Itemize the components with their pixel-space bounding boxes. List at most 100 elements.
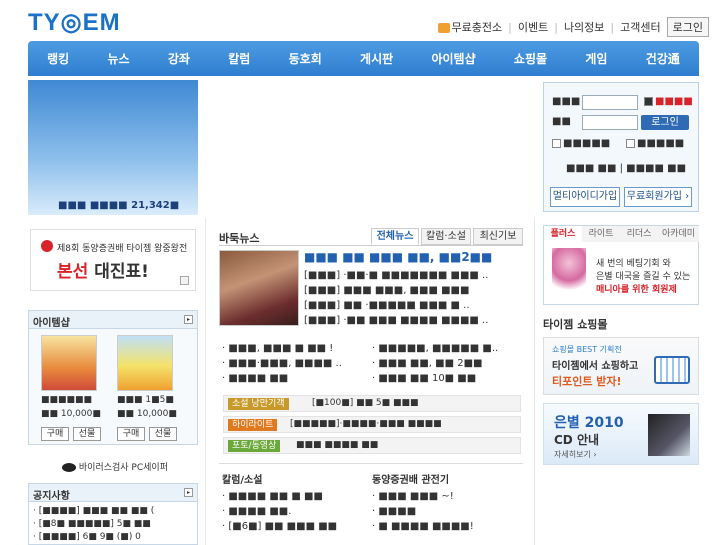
item-thumb-1[interactable] [41,335,97,391]
column-item[interactable]: · [■6■] ■■ ■■■ ■■ [222,521,337,532]
mascot-image [552,248,586,298]
item-price-1: ■■ 10,000■ [41,409,101,419]
news-line[interactable]: [■■■] ·■■ ■■■ ■■■■ ■■■■ .. [304,315,488,326]
nav-health[interactable]: 건강通 [646,50,680,67]
feature-bar-highlight[interactable]: 하이라이트 [■■■■■]·■■■■·■■■ ■■■■ [223,416,521,433]
news-title: 바둑뉴스 [219,232,260,245]
option-2[interactable]: ■■■■■ [626,138,684,149]
shop-banner[interactable]: 쇼핑몰 BEST 기획전 타이젬에서 쇼핑하고 티포인트 받자! [543,337,699,395]
main-banner[interactable] [28,80,198,215]
news-list-item[interactable]: · ■■■, ■■■ ■ ■■ ! [222,343,333,354]
column-item[interactable]: · ■■■■ ■■. [222,506,291,517]
column-item[interactable]: · ■■■■ ■■ ■ ■■ [222,491,323,502]
virus-icon [62,463,76,472]
news-list-item[interactable]: · ■■■■■, ■■■■■ ■.. [372,343,498,354]
tournament-promo[interactable]: 제8회 동양증권배 타이젬 왕중왕전 본선 대진표! [30,229,196,291]
support-link[interactable]: 고객센터 [620,19,660,35]
shop-title[interactable]: 타이젬 쇼핑몰 [543,316,608,332]
news-list-item[interactable]: · ■■■ ■■ 10■ ■■ [372,373,476,384]
news-line[interactable]: [■■■] ·■■·■ ■■■■■■■ ■■■ .. [304,270,488,281]
itemshop-header: 아이템샵 ▸ [29,311,197,329]
gift-button-1[interactable]: 선물 [73,427,101,441]
event-link[interactable]: 이벤트 [518,19,548,35]
top-login-button[interactable]: 로그인 [666,17,709,37]
nav-itemshop[interactable]: 아이템샵 [431,50,475,67]
news-list-item[interactable]: · ■■■■ ■■ [222,373,288,384]
password-input[interactable] [582,115,638,130]
cd-image [648,414,690,456]
news-line[interactable]: [■■■] ■■■ ■■■, ■■■ ■■■ [304,285,469,296]
virus-check-link[interactable]: 바이러스검사 PC세이퍼 [62,460,168,473]
gift-button-2[interactable]: 선물 [149,427,177,441]
novel-badge: 소설 낭만기객 [228,398,289,410]
buy-button-1[interactable]: 구매 [41,427,69,441]
tab-column-novel[interactable]: 칼럼·소설 [421,228,471,245]
login-box: ■■■ ■■■■ ■■ 로그인 ■■■■■ ■■■■■ ■■■ ■■ | ■■■… [543,82,699,212]
free-charge-link[interactable]: 무료충전소 [437,19,502,35]
nav-column[interactable]: 칼럼 [228,50,250,67]
item-name-2[interactable]: ■■■ 1■5■ [117,395,174,405]
save-id-option[interactable]: ■■■■ [644,96,693,107]
online-count: ■■■ ■■■■ 21,342■ [58,200,180,211]
tab-light[interactable]: 라이트 [582,226,620,242]
highlight-badge: 하이라이트 [228,419,278,431]
tab-academy[interactable]: 아카데미 [658,226,699,242]
cd-banner[interactable]: 은별 2010 CD 안내 자세히보기 › [543,403,699,465]
tab-all-news[interactable]: 전체뉴스 [371,228,419,245]
nav-news[interactable]: 뉴스 [108,50,130,67]
top-links: 무료충전소 | 이벤트 | 나의정보 | 고객센터 로그인 [437,17,709,37]
nav-lecture[interactable]: 강좌 [168,50,190,67]
nav-club[interactable]: 동호회 [289,50,322,67]
promo-line1: 제8회 동양증권배 타이젬 왕중왕전 [57,244,188,254]
main-nav: 랭킹 뉴스 강좌 칼럼 동호회 게시판 아이템샵 쇼핑몰 게임 건강通 [28,41,699,76]
site-logo[interactable]: TY◎EM [28,8,121,37]
news-list-item[interactable]: · ■■■ ■■, ■■ 2■■ [372,358,482,369]
free-join-button[interactable]: 무료회원가입 › [624,187,692,207]
nav-shopping[interactable]: 쇼핑몰 [514,50,547,67]
commentary-item[interactable]: · ■■■■ [372,506,416,517]
item-name-1[interactable]: ■■■■■■ [41,395,92,405]
nav-board[interactable]: 게시판 [360,50,393,67]
option-1[interactable]: ■■■■■ [552,138,610,149]
event-icon [41,240,53,252]
notice-item[interactable]: · [■■■■] 6■ 9■ (■) 0 [33,532,141,542]
commentary-item[interactable]: · ■■■ ■■■ ~! [372,491,454,502]
column-novel-title[interactable]: 칼럼/소설 [222,471,262,486]
commentary-item[interactable]: · ■ ■■■■ ■■■■! [372,521,474,532]
tab-plus[interactable]: 플러스 [544,226,582,242]
more-icon[interactable]: ▸ [184,315,193,324]
notice-box: 공지사항 ▸ · [■■■■] ■■■ ■■ ■■ ( · [■8■ ■■■■■]… [28,483,198,545]
news-line[interactable]: [■■■] ■■ ·■■■■■ ■■■ ■ .. [304,300,470,311]
notice-header: 공지사항 ▸ [29,484,197,502]
itemshop-box: 아이템샵 ▸ ■■■■■■ ■■■ 1■5■ ■■ 10,000■ ■■ 10,0… [28,310,198,445]
promo-headline: 본선 대진표! [57,262,149,282]
my-info-link[interactable]: 나의정보 [564,19,604,35]
banner-area [203,80,537,215]
id-input[interactable] [582,95,638,110]
pw-label: ■■ [552,116,571,127]
photo-badge: 포토/동영상 [228,440,281,452]
coin-icon [437,23,450,33]
membership-box: 플러스 라이트 리더스 아카데미 새 번의 베팅기회 와 은별 대국을 즐길 수… [543,225,699,305]
item-price-2: ■■ 10,000■ [117,409,177,419]
promo-more-icon[interactable] [180,276,189,285]
tab-leaders[interactable]: 리더스 [620,226,658,242]
news-headline[interactable]: ■■■ ■■ ■■■ ■■, ■■2■■ [304,250,492,264]
nav-game[interactable]: 게임 [585,50,607,67]
id-label: ■■■ [552,96,581,107]
news-photo[interactable] [219,250,299,326]
tab-latest-record[interactable]: 최신기보 [473,228,523,245]
item-thumb-2[interactable] [117,335,173,391]
nav-ranking[interactable]: 랭킹 [47,50,69,67]
feature-bar-novel[interactable]: 소설 낭만기객 [■100■] ■■ 5■ ■■■ [223,395,521,412]
more-icon[interactable]: ▸ [184,488,193,497]
notice-item[interactable]: · [■■■■] ■■■ ■■ ■■ ( [33,506,154,516]
login-button[interactable]: 로그인 [641,115,689,130]
find-account-links[interactable]: ■■■ ■■ | ■■■■ ■■ [566,163,686,174]
buy-button-2[interactable]: 구매 [117,427,145,441]
feature-bar-photo[interactable]: 포토/동영상 ■■■ ■■■■ ■■ [223,437,521,454]
tournament-commentary-title[interactable]: 동양증권배 관전기 [372,471,449,486]
news-list-item[interactable]: · ■■■·■■■, ■■■■ .. [222,358,342,369]
multi-id-button[interactable]: 멀티아이디가입 [550,187,620,207]
notice-item[interactable]: · [■8■ ■■■■■] 5■ ■■ [33,519,151,529]
